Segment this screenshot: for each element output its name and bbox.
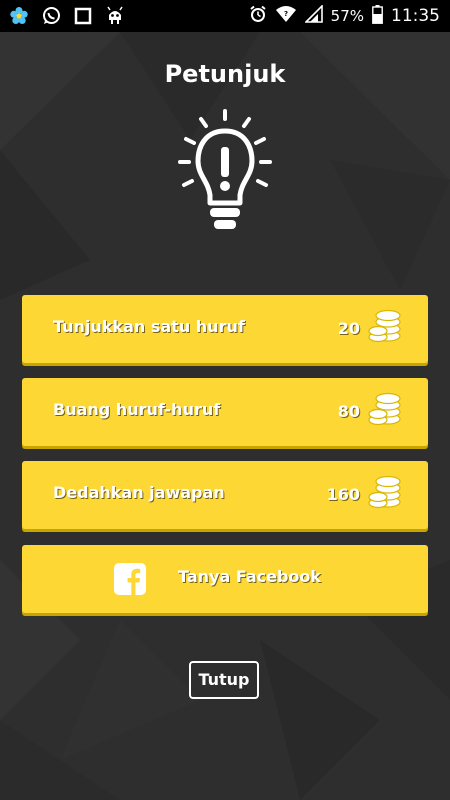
close-button[interactable]: Tutup (189, 661, 259, 699)
coins-icon (368, 309, 401, 343)
hint-option-label: Buang huruf-huruf (53, 400, 221, 419)
ask-facebook-label: Tanya Facebook (178, 567, 322, 586)
status-bar: ? 57% 11:35 (0, 0, 450, 32)
clock: 11:35 (391, 6, 440, 26)
wifi-icon: ? (275, 5, 297, 27)
dialog-title: Petunjuk (164, 60, 286, 88)
svg-text:?: ? (284, 10, 288, 18)
android-bug-icon (104, 5, 126, 27)
square-app-icon (72, 5, 94, 27)
alarm-icon (249, 5, 267, 27)
hint-option-cost: 160 (326, 485, 360, 504)
facebook-icon (114, 563, 146, 595)
whatsapp-icon (40, 5, 62, 27)
flower-app-icon (8, 5, 30, 27)
lightbulb-exclamation-icon (178, 109, 272, 229)
hint-option-cost: 20 (337, 319, 360, 338)
hint-option-label: Tunjukkan satu huruf (53, 317, 245, 336)
hint-option-label: Dedahkan jawapan (53, 483, 225, 502)
hint-option-reveal-answer[interactable]: Dedahkan jawapan 160 (22, 461, 428, 529)
battery-icon (372, 4, 383, 28)
hint-option-cost: 80 (337, 402, 360, 421)
ask-facebook-button[interactable]: Tanya Facebook (22, 545, 428, 613)
hint-option-reveal-letter[interactable]: Tunjukkan satu huruf 20 (22, 295, 428, 363)
hint-option-remove-letters[interactable]: Buang huruf-huruf 80 (22, 378, 428, 446)
signal-icon (303, 4, 323, 27)
battery-percent: 57% (330, 7, 364, 25)
coins-icon (368, 475, 401, 509)
coins-icon (368, 392, 401, 426)
